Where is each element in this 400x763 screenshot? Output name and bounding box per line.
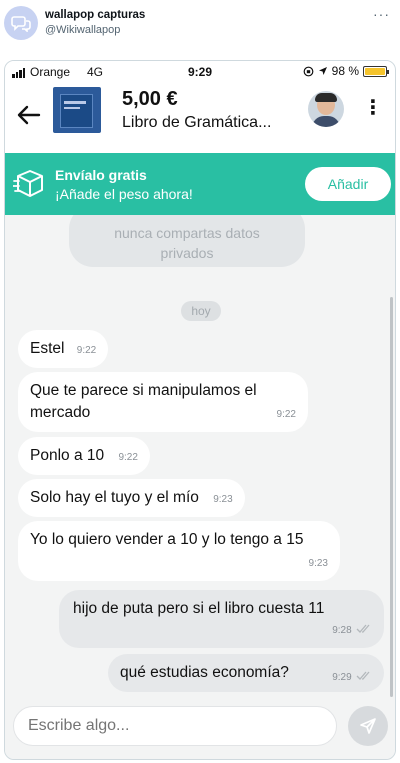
account-handle[interactable]: @Wikiwallapop xyxy=(45,24,120,36)
product-thumbnail[interactable] xyxy=(53,87,101,133)
orientation-lock-icon xyxy=(303,66,314,76)
message-time: 9:23 xyxy=(213,494,233,505)
promo-subtitle: ¡Añade el peso ahora! xyxy=(55,186,193,202)
message-text: hijo de puta pero si el libro cuesta 11 xyxy=(73,600,325,617)
listing-title[interactable]: Libro de Gramática... xyxy=(122,114,297,132)
tweet-header: wallapop capturas @Wikiwallapop ··· xyxy=(0,0,400,58)
composer-bar xyxy=(5,697,395,759)
scrollbar[interactable] xyxy=(390,297,393,697)
account-name[interactable]: wallapop capturas xyxy=(45,9,145,21)
message-bubble[interactable]: Estel 9:22 xyxy=(18,330,109,368)
message-text: Ponlo a 10 xyxy=(30,447,105,464)
notice-line: privados xyxy=(160,245,214,261)
account-avatar[interactable] xyxy=(4,6,38,40)
message-text: Estel xyxy=(30,340,65,357)
message-bubble-sent[interactable]: qué estudias economía? 9:29 xyxy=(108,654,384,692)
battery-icon xyxy=(363,65,389,77)
message-text: Que te parece si manipulamos el mercado xyxy=(30,382,257,421)
message-bubble-sent[interactable]: hijo de puta pero si el libro cuesta 11 … xyxy=(59,590,384,648)
message-time: 9:29 xyxy=(332,672,352,683)
message-time: 9:28 xyxy=(332,625,352,636)
day-separator: hoy xyxy=(181,301,221,321)
back-button[interactable] xyxy=(13,99,45,131)
message-text: Yo lo quiero vender a 10 y lo tengo a 15 xyxy=(30,531,304,548)
message-list[interactable]: nunca compartas datos privados hoy Estel… xyxy=(5,215,395,699)
chat-header: 5,00 € Libro de Gramática... ⋮ xyxy=(5,83,395,153)
double-check-icon xyxy=(356,624,372,633)
message-input[interactable] xyxy=(13,706,337,746)
message-bubble[interactable]: Yo lo quiero vender a 10 y lo tengo a 15… xyxy=(18,521,340,581)
message-bubble[interactable]: Ponlo a 10 9:22 xyxy=(18,437,150,475)
listing-price: 5,00 € xyxy=(122,88,178,110)
status-bar: Orange 4G 9:29 98 % xyxy=(5,61,395,83)
shipping-promo-banner: Envíalo gratis ¡Añade el peso ahora! Aña… xyxy=(5,153,395,215)
message-time: 9:22 xyxy=(118,452,138,463)
send-button[interactable] xyxy=(348,706,388,746)
message-time: 9:22 xyxy=(276,409,296,420)
arrow-left-icon xyxy=(17,105,41,125)
location-icon xyxy=(318,67,327,75)
privacy-notice: nunca compartas datos privados xyxy=(69,215,305,267)
seller-avatar[interactable] xyxy=(308,91,344,127)
double-check-icon xyxy=(356,671,372,680)
message-text: qué estudias economía? xyxy=(120,664,289,681)
box-icon xyxy=(13,170,43,197)
status-right: 98 % xyxy=(303,64,389,78)
message-text: Solo hay el tuyo y el mío xyxy=(30,489,199,506)
message-bubble[interactable]: Que te parece si manipulamos el mercado … xyxy=(18,372,308,432)
message-time: 9:22 xyxy=(76,345,97,356)
promo-title: Envíalo gratis xyxy=(55,167,147,183)
message-time: 9:23 xyxy=(308,558,328,569)
message-bubble[interactable]: Solo hay el tuyo y el mío 9:23 xyxy=(18,479,245,517)
notice-line: nunca compartas datos xyxy=(114,225,260,241)
battery-percent: 98 % xyxy=(331,64,359,78)
more-options-icon[interactable]: ··· xyxy=(373,6,390,22)
add-weight-button[interactable]: Añadir xyxy=(305,167,391,201)
send-icon xyxy=(360,718,376,734)
kebab-icon[interactable]: ⋮ xyxy=(363,93,383,125)
chat-screenshot: Orange 4G 9:29 98 % 5,00 € Libro de Gram… xyxy=(4,60,396,760)
chat-bubbles-icon xyxy=(11,16,31,32)
